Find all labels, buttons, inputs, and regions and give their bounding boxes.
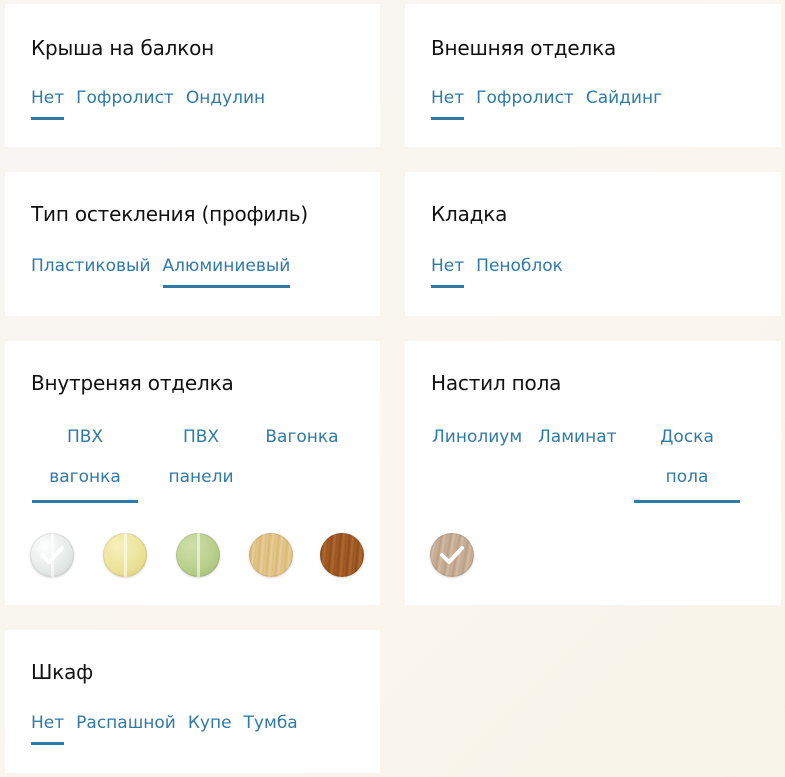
flooring-option-linoleum[interactable]: Линолиум <box>432 417 526 457</box>
roof-card: Крыша на балкон Нет Гофролист Ондулин <box>5 4 380 147</box>
interior-swatch-light-wood[interactable] <box>249 533 293 577</box>
exterior-option-none[interactable]: Нет <box>431 88 465 120</box>
swatch-seam <box>124 533 127 577</box>
exterior-option-siding[interactable]: Сайдинг <box>586 88 662 118</box>
interior-option-wood-lining-line1: Вагонка <box>265 427 339 447</box>
roof-option-corrugated-sheet[interactable]: Гофролист <box>76 88 174 118</box>
interior-option-pvc-panels-line1: ПВХ <box>182 427 220 447</box>
interior-swatch-white[interactable] <box>30 533 74 577</box>
wardrobe-option-cabinet[interactable]: Тумба <box>244 713 298 743</box>
exterior-card: Внешняя отделка Нет Гофролист Сайдинг <box>405 4 781 147</box>
interior-option-wood-lining[interactable]: Вагонка <box>261 417 343 457</box>
glazing-option-aluminium[interactable]: Алюминиевый <box>162 256 290 288</box>
roof-options: Нет Гофролист Ондулин <box>31 88 265 120</box>
wardrobe-option-sliding[interactable]: Купе <box>188 713 232 743</box>
interior-swatch-cream[interactable] <box>103 533 147 577</box>
wardrobe-title: Шкаф <box>31 660 94 684</box>
flooring-option-floor-board-line2: пола <box>665 467 709 487</box>
interior-option-pvc-panels-line2: панели <box>168 467 234 487</box>
masonry-option-foam-block[interactable]: Пеноблок <box>476 256 563 286</box>
masonry-title: Кладка <box>431 202 508 226</box>
flooring-card: Настил пола Линолиум Ламинат Доска пола <box>405 341 781 605</box>
interior-title: Внутреняя отделка <box>31 371 234 395</box>
check-icon <box>440 546 464 564</box>
flooring-swatch-bleached-oak[interactable] <box>430 533 474 577</box>
flooring-option-linoleum-line1: Линолиум <box>432 427 523 447</box>
wardrobe-card: Шкаф Нет Распашной Купе Тумба <box>5 630 380 773</box>
interior-option-pvc-lining-line1: ПВХ <box>66 427 104 447</box>
interior-option-pvc-lining[interactable]: ПВХ вагонка <box>32 417 138 503</box>
interior-option-pvc-panels[interactable]: ПВХ панели <box>162 417 240 497</box>
glazing-title: Тип остекления (профиль) <box>31 202 308 226</box>
exterior-title: Внешняя отделка <box>431 36 617 60</box>
wardrobe-option-none[interactable]: Нет <box>31 713 65 745</box>
masonry-card: Кладка Нет Пеноблок <box>405 172 781 316</box>
exterior-options: Нет Гофролист Сайдинг <box>431 88 662 120</box>
glazing-card: Тип остекления (профиль) Пластиковый Алю… <box>5 172 380 316</box>
masonry-option-none[interactable]: Нет <box>431 256 465 288</box>
roof-option-none[interactable]: Нет <box>31 88 65 120</box>
glazing-option-plastic[interactable]: Пластиковый <box>31 256 151 286</box>
flooring-option-floor-board[interactable]: Доска пола <box>634 417 740 503</box>
flooring-title: Настил пола <box>431 371 562 395</box>
roof-title: Крыша на балкон <box>31 36 215 60</box>
wardrobe-option-hinged[interactable]: Распашной <box>76 713 176 743</box>
glazing-options: Пластиковый Алюминиевый <box>31 256 290 288</box>
exterior-option-corrugated-sheet[interactable]: Гофролист <box>476 88 574 118</box>
interior-swatch-green[interactable] <box>176 533 220 577</box>
masonry-options: Нет Пеноблок <box>431 256 563 288</box>
wardrobe-options: Нет Распашной Купе Тумба <box>31 713 298 745</box>
flooring-option-laminate-line1: Ламинат <box>538 427 617 447</box>
flooring-option-laminate[interactable]: Ламинат <box>538 417 624 457</box>
swatch-seam <box>197 533 200 577</box>
check-icon <box>40 546 64 564</box>
interior-card: Внутреняя отделка ПВХ вагонка ПВХ панели… <box>5 341 380 605</box>
interior-option-pvc-lining-line2: вагонка <box>49 467 121 487</box>
interior-swatch-dark-wood[interactable] <box>320 533 364 577</box>
roof-option-ondulin[interactable]: Ондулин <box>186 88 265 118</box>
flooring-option-floor-board-line1: Доска <box>660 427 714 447</box>
